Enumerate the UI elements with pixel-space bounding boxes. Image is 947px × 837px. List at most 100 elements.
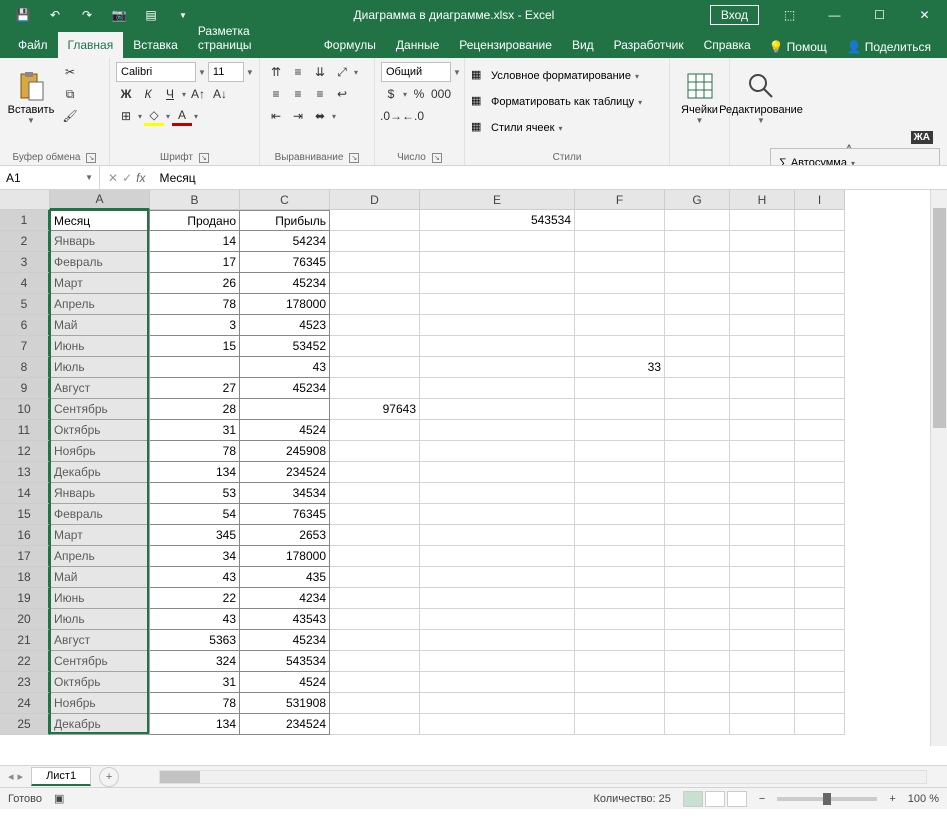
cell[interactable] [575, 672, 665, 693]
cell[interactable]: 43 [150, 609, 240, 630]
italic-icon[interactable]: К [138, 84, 158, 104]
cell[interactable]: 4524 [240, 420, 330, 441]
font-size[interactable] [208, 62, 244, 82]
cell[interactable]: Январь [50, 483, 150, 504]
add-sheet-button[interactable]: + [99, 767, 119, 787]
cell[interactable] [330, 693, 420, 714]
cell[interactable]: 43543 [240, 609, 330, 630]
cell[interactable] [730, 378, 795, 399]
cell-styles[interactable]: ▦Стили ячеек▾ [471, 118, 563, 138]
column-header[interactable]: A [50, 190, 150, 210]
cell[interactable]: 26 [150, 273, 240, 294]
zoom-out-icon[interactable]: − [759, 793, 765, 805]
cell[interactable] [730, 231, 795, 252]
row-header[interactable]: 10 [0, 399, 50, 420]
cell[interactable] [795, 714, 845, 735]
align-middle-icon[interactable]: ≡ [288, 62, 308, 82]
cell[interactable]: Декабрь [50, 714, 150, 735]
cell[interactable]: 4524 [240, 672, 330, 693]
cell[interactable]: 14 [150, 231, 240, 252]
cell[interactable] [665, 420, 730, 441]
cell[interactable] [330, 357, 420, 378]
cell[interactable] [240, 399, 330, 420]
row-header[interactable]: 14 [0, 483, 50, 504]
cell[interactable] [330, 672, 420, 693]
cell[interactable]: 234524 [240, 462, 330, 483]
cell[interactable] [730, 420, 795, 441]
cell[interactable]: Ноябрь [50, 693, 150, 714]
cell[interactable] [730, 714, 795, 735]
borders-icon[interactable]: ⊞ [116, 106, 136, 126]
ribbon-options-icon[interactable]: ⬚ [767, 0, 812, 30]
autosum-item[interactable]: ∑Автосумма▾ [779, 153, 931, 166]
tab-layout[interactable]: Разметка страницы [188, 18, 314, 58]
row-header[interactable]: 7 [0, 336, 50, 357]
cell[interactable] [795, 420, 845, 441]
font-name[interactable] [116, 62, 196, 82]
cell[interactable]: 97643 [330, 399, 420, 420]
cell[interactable] [575, 630, 665, 651]
select-all-corner[interactable] [0, 190, 50, 210]
cell[interactable] [420, 483, 575, 504]
cell[interactable]: 34 [150, 546, 240, 567]
cell[interactable] [330, 504, 420, 525]
vertical-scroll-thumb[interactable] [933, 208, 946, 428]
cell[interactable] [665, 210, 730, 231]
horizontal-scroll-thumb[interactable] [160, 771, 200, 783]
row-header[interactable]: 11 [0, 420, 50, 441]
cell[interactable]: Октябрь [50, 672, 150, 693]
tell-me[interactable]: 💡Помощ [761, 36, 835, 58]
format-as-table[interactable]: ▦Форматировать как таблицу▾ [471, 92, 642, 112]
copy-icon[interactable]: ⧉ [60, 84, 80, 104]
cell[interactable] [665, 609, 730, 630]
tab-home[interactable]: Главная [58, 32, 124, 58]
cell[interactable] [795, 357, 845, 378]
cell[interactable] [730, 441, 795, 462]
cell[interactable]: 76345 [240, 504, 330, 525]
cell[interactable] [665, 693, 730, 714]
sheet-nav-last-icon[interactable]: ▸ [18, 770, 24, 783]
cell[interactable]: Декабрь [50, 462, 150, 483]
cell[interactable]: 76345 [240, 252, 330, 273]
row-header[interactable]: 15 [0, 504, 50, 525]
cell[interactable] [665, 378, 730, 399]
cell[interactable] [730, 357, 795, 378]
cell[interactable]: Апрель [50, 294, 150, 315]
cells-button[interactable]: Ячейки▼ [676, 62, 723, 132]
cell[interactable] [575, 315, 665, 336]
camera-icon[interactable]: 📷 [104, 1, 134, 29]
cell[interactable] [575, 693, 665, 714]
cell[interactable] [575, 441, 665, 462]
clipboard-launcher[interactable]: ↘ [86, 153, 96, 163]
cell[interactable] [330, 420, 420, 441]
cell[interactable]: 245908 [240, 441, 330, 462]
cell[interactable] [730, 399, 795, 420]
minimize-icon[interactable]: — [812, 0, 857, 30]
cell[interactable] [665, 441, 730, 462]
cell[interactable] [665, 336, 730, 357]
row-header[interactable]: 13 [0, 462, 50, 483]
cell[interactable] [795, 672, 845, 693]
cell[interactable] [730, 273, 795, 294]
cell[interactable] [575, 651, 665, 672]
cell[interactable] [730, 462, 795, 483]
cell[interactable] [420, 504, 575, 525]
cell[interactable] [795, 462, 845, 483]
cell[interactable] [795, 609, 845, 630]
align-launcher[interactable]: ↘ [349, 153, 359, 163]
cell[interactable] [330, 252, 420, 273]
cell[interactable] [330, 651, 420, 672]
paste-button[interactable]: Вставить ▼ [6, 62, 56, 132]
row-header[interactable]: 18 [0, 567, 50, 588]
cell[interactable] [575, 609, 665, 630]
cell[interactable] [730, 546, 795, 567]
cell[interactable] [575, 525, 665, 546]
cell[interactable]: 43 [150, 567, 240, 588]
cell[interactable]: 31 [150, 420, 240, 441]
cell[interactable]: 54 [150, 504, 240, 525]
cell[interactable] [795, 399, 845, 420]
cell[interactable]: 45234 [240, 378, 330, 399]
cell[interactable]: 31 [150, 672, 240, 693]
row-header[interactable]: 4 [0, 273, 50, 294]
column-header[interactable]: H [730, 190, 795, 210]
